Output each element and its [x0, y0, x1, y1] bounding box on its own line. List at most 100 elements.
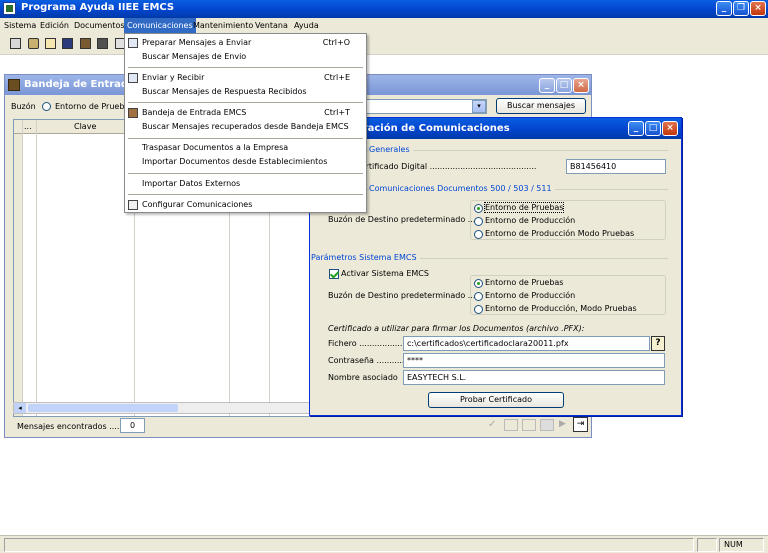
menu-item-label: Enviar y Recibir: [142, 73, 205, 82]
emcs-buzon-label: Buzón de Destino predeterminado ......: [328, 291, 484, 300]
binoculars-icon[interactable]: [97, 38, 108, 49]
cert-number-field[interactable]: B81456410: [566, 159, 666, 174]
buzon-option-label: Entorno de Pruebas: [55, 102, 134, 111]
config-maximize-button[interactable]: □: [645, 121, 661, 136]
docs-radio-pruebas[interactable]: [474, 204, 483, 213]
file-field[interactable]: c:\certificados\certificadoclara20011.pf…: [403, 336, 650, 351]
scroll-left-icon[interactable]: ◂: [14, 403, 26, 413]
test-certificate-button[interactable]: Probar Certificado: [428, 392, 564, 408]
config-close-button[interactable]: ×: [662, 121, 678, 136]
check-icon[interactable]: ✓: [488, 419, 500, 431]
menu-item-label: Importar Datos Externos: [142, 179, 241, 188]
menu-item-label: Importar Documentos desde Establecimient…: [142, 157, 328, 166]
menu-item-enviar-recibir[interactable]: Enviar y Recibir Ctrl+E: [127, 71, 364, 85]
truck-icon[interactable]: [80, 38, 91, 49]
emcs-option-produccion: Entorno de Producción: [485, 291, 576, 300]
menu-separator: [128, 138, 363, 139]
menu-ventana[interactable]: Ventana: [252, 18, 291, 33]
menu-item-bandeja[interactable]: Bandeja de Entrada EMCS Ctrl+T: [127, 106, 364, 120]
bandeja-close-button[interactable]: ×: [573, 78, 589, 93]
menubar: Sistema Edición Documentos Comunicacione…: [0, 18, 768, 33]
menu-item-buscar-respuesta[interactable]: Buscar Mensajes de Respuesta Recibidos: [127, 85, 364, 99]
emcs-radio-pruebas[interactable]: [474, 279, 483, 288]
buzon-label: Buzón: [11, 102, 36, 111]
close-button[interactable]: ×: [750, 1, 766, 16]
menu-item-importar-docs[interactable]: Importar Documentos desde Establecimient…: [127, 155, 364, 169]
menu-item-shortcut: Ctrl+O: [322, 38, 350, 47]
status-num-panel: NUM: [719, 538, 764, 552]
menu-item-preparar[interactable]: Preparar Mensajes a Enviar Ctrl+O: [127, 36, 364, 50]
generales-title: Generales: [369, 145, 413, 154]
activate-emcs-checkbox[interactable]: [329, 269, 339, 279]
file-label: Fichero ...................: [328, 339, 408, 348]
menu-item-label: Traspasar Documentos a la Empresa: [142, 143, 289, 152]
emcs-group-title: Parámetros Sistema EMCS: [311, 253, 420, 262]
associated-name-label: Nombre asociado: [328, 373, 398, 382]
menu-documentos[interactable]: Documentos: [71, 18, 128, 33]
menu-item-label: Buscar Mensajes de Envio: [142, 52, 247, 61]
menu-item-traspasar[interactable]: Traspasar Documentos a la Empresa: [127, 141, 364, 155]
status-main-panel: [4, 538, 694, 552]
grid-icon[interactable]: [10, 38, 21, 49]
configure-icon: [128, 200, 138, 210]
password-field[interactable]: ****: [403, 353, 665, 368]
tools-icon[interactable]: [28, 38, 39, 49]
emcs-radio-produccion-pruebas[interactable]: [474, 305, 483, 314]
menu-item-label: Buscar Mensajes recuperados desde Bandej…: [142, 122, 349, 131]
browse-key-icon[interactable]: ?: [651, 336, 665, 351]
minimize-button[interactable]: _: [716, 1, 732, 16]
menu-ayuda[interactable]: Ayuda: [291, 18, 322, 33]
emcs-option-produccion-pruebas: Entorno de Producción, Modo Pruebas: [485, 304, 637, 313]
buzon-radio[interactable]: [42, 102, 51, 111]
menu-item-buscar-envio[interactable]: Buscar Mensajes de Envio: [127, 50, 364, 64]
list-detail-icon[interactable]: [522, 419, 536, 431]
monitor-icon[interactable]: [62, 38, 73, 49]
scroll-thumb[interactable]: [28, 404, 178, 412]
menu-item-shortcut: Ctrl+E: [324, 73, 350, 82]
password-label: Contraseña ...........: [328, 356, 405, 365]
grid-divider: [36, 120, 37, 416]
search-messages-button[interactable]: Buscar mensajes: [496, 98, 586, 114]
document-icon[interactable]: [45, 38, 56, 49]
menu-item-label: Configurar Comunicaciones: [142, 200, 253, 209]
menu-separator: [128, 173, 363, 174]
menu-item-importar-datos[interactable]: Importar Datos Externos: [127, 177, 364, 191]
docs-option-pruebas: Entorno de Pruebas: [483, 202, 565, 213]
config-minimize-button[interactable]: _: [628, 121, 644, 136]
cert-section-title: Certificado a utilizar para firmar los D…: [328, 324, 585, 333]
statusbar: NUM: [0, 535, 768, 553]
cert-number-label: o al Certificado Digital ...............…: [338, 162, 537, 171]
associated-name-field[interactable]: EASYTECH S.L.: [403, 370, 665, 385]
found-label: Mensajes encontrados ......: [17, 422, 125, 431]
play-icon[interactable]: ▶: [559, 419, 569, 431]
grid-divider: [22, 120, 23, 416]
emcs-option-pruebas: Entorno de Pruebas: [485, 278, 564, 287]
inbox-icon: [8, 79, 20, 91]
menu-sistema[interactable]: Sistema: [1, 18, 39, 33]
emcs-radio-produccion[interactable]: [474, 292, 483, 301]
menu-item-buscar-recuperados[interactable]: Buscar Mensajes recuperados desde Bandej…: [127, 120, 364, 134]
activate-emcs-label: Activar Sistema EMCS: [341, 269, 429, 278]
chevron-down-icon[interactable]: ▾: [472, 100, 486, 113]
horizontal-scrollbar[interactable]: ◂: [13, 402, 318, 414]
bandeja-maximize-button[interactable]: □: [556, 78, 572, 93]
docs-radio-produccion-pruebas[interactable]: [474, 230, 483, 239]
row-selector: [14, 134, 22, 416]
bandeja-minimize-button[interactable]: _: [539, 78, 555, 93]
found-count: 0: [120, 418, 145, 433]
num-lock-indicator: NUM: [724, 540, 743, 549]
app-title: Programa Ayuda IIEE EMCS: [21, 2, 175, 13]
menu-mantenimiento[interactable]: Mantenimiento: [190, 18, 256, 33]
grid-col-clave: Clave: [74, 122, 97, 131]
menu-comunicaciones[interactable]: Comunicaciones: [124, 18, 196, 33]
list-icon[interactable]: [504, 419, 518, 431]
send-receive-icon: [128, 73, 138, 83]
docs-radio-produccion[interactable]: [474, 217, 483, 226]
menu-edicion[interactable]: Edición: [37, 18, 72, 33]
table-icon[interactable]: [540, 419, 554, 431]
docs-group-title: Comunicaciones Documentos 500 / 503 / 51…: [369, 184, 555, 193]
restore-button[interactable]: ❐: [733, 1, 749, 16]
comunicaciones-menu: Preparar Mensajes a Enviar Ctrl+O Buscar…: [124, 33, 367, 213]
menu-item-configurar[interactable]: Configurar Comunicaciones: [127, 198, 364, 212]
exit-icon[interactable]: ⇥: [573, 417, 588, 432]
